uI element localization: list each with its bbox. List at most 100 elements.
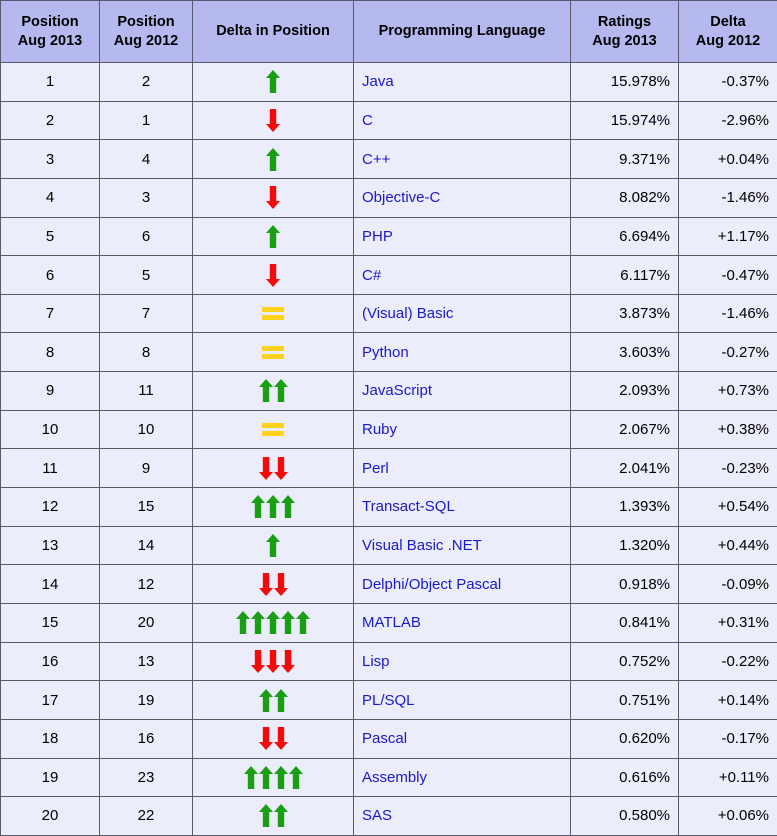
- arrow-up-icon: [281, 611, 295, 634]
- language-link[interactable]: Assembly: [362, 769, 427, 786]
- table-row: 1314Visual Basic .NET1.320%+0.44%: [1, 526, 777, 565]
- language-link[interactable]: Lisp: [362, 653, 390, 670]
- delta-indicator-up: [201, 140, 345, 178]
- table-row: 21C15.974%-2.96%: [1, 101, 777, 140]
- arrow-up-icon: [251, 495, 265, 518]
- cell-delta-in-position: [193, 565, 354, 604]
- cell-programming-language: Transact-SQL: [354, 488, 571, 527]
- delta-indicator-equal: [201, 295, 345, 333]
- cell-position-2012: 14: [100, 526, 193, 565]
- language-link[interactable]: Delphi/Object Pascal: [362, 576, 501, 593]
- arrow-down-icon: [259, 573, 273, 596]
- cell-delta-2012: -2.96%: [679, 101, 777, 140]
- cell-programming-language: Python: [354, 333, 571, 372]
- language-link[interactable]: Objective-C: [362, 189, 440, 206]
- cell-delta-in-position: [193, 488, 354, 527]
- cell-rating-2013: 0.752%: [571, 642, 679, 681]
- header-line-2: Aug 2013: [575, 32, 674, 51]
- cell-position-2013: 12: [1, 488, 100, 527]
- column-header-delta-in-position: Delta in Position: [193, 1, 354, 63]
- header-line-1: Programming Language: [358, 22, 566, 41]
- cell-position-2012: 10: [100, 410, 193, 449]
- cell-programming-language: Lisp: [354, 642, 571, 681]
- language-link[interactable]: Ruby: [362, 421, 397, 438]
- arrow-up-icon: [251, 611, 265, 634]
- equals-icon: [262, 306, 284, 321]
- cell-programming-language: JavaScript: [354, 372, 571, 411]
- language-link[interactable]: C: [362, 112, 373, 129]
- language-link[interactable]: Python: [362, 344, 409, 361]
- header-line-1: Delta: [683, 13, 773, 32]
- language-link[interactable]: (Visual) Basic: [362, 305, 453, 322]
- cell-delta-in-position: [193, 681, 354, 720]
- language-link[interactable]: C#: [362, 267, 381, 284]
- language-link[interactable]: C++: [362, 151, 390, 168]
- cell-position-2013: 5: [1, 217, 100, 256]
- arrow-up-icon: [236, 611, 250, 634]
- cell-programming-language: C: [354, 101, 571, 140]
- cell-position-2012: 13: [100, 642, 193, 681]
- equals-icon: [262, 422, 284, 437]
- cell-delta-in-position: [193, 719, 354, 758]
- arrow-up-icon: [244, 766, 258, 789]
- cell-programming-language: SAS: [354, 797, 571, 836]
- language-link[interactable]: PHP: [362, 228, 393, 245]
- cell-rating-2013: 0.580%: [571, 797, 679, 836]
- cell-delta-in-position: [193, 294, 354, 333]
- language-link[interactable]: Java: [362, 73, 394, 90]
- table-row: 1613Lisp0.752%-0.22%: [1, 642, 777, 681]
- cell-delta-2012: -0.17%: [679, 719, 777, 758]
- cell-programming-language: Objective-C: [354, 178, 571, 217]
- arrow-up-icon: [289, 766, 303, 789]
- cell-position-2013: 8: [1, 333, 100, 372]
- delta-indicator-down: [201, 256, 345, 294]
- table-row: 1719PL/SQL0.751%+0.14%: [1, 681, 777, 720]
- delta-indicator-up: [201, 372, 345, 410]
- delta-indicator-up: [201, 681, 345, 719]
- cell-position-2013: 14: [1, 565, 100, 604]
- arrow-up-icon: [274, 689, 288, 712]
- language-link[interactable]: JavaScript: [362, 382, 432, 399]
- cell-delta-2012: -0.23%: [679, 449, 777, 488]
- language-link[interactable]: Visual Basic .NET: [362, 537, 482, 554]
- cell-programming-language: C#: [354, 256, 571, 295]
- language-link[interactable]: Pascal: [362, 730, 407, 747]
- language-link[interactable]: Perl: [362, 460, 389, 477]
- column-header-programming-language: Programming Language: [354, 1, 571, 63]
- cell-position-2012: 22: [100, 797, 193, 836]
- cell-delta-2012: +0.11%: [679, 758, 777, 797]
- language-link[interactable]: MATLAB: [362, 614, 421, 631]
- arrow-up-icon: [259, 379, 273, 402]
- cell-position-2012: 5: [100, 256, 193, 295]
- cell-delta-in-position: [193, 101, 354, 140]
- delta-indicator-up: [201, 527, 345, 565]
- cell-delta-in-position: [193, 449, 354, 488]
- cell-delta-2012: -1.46%: [679, 178, 777, 217]
- column-header-delta-2012: Delta Aug 2012: [679, 1, 777, 63]
- delta-indicator-down: [201, 720, 345, 758]
- arrow-down-icon: [251, 650, 265, 673]
- cell-delta-2012: +0.38%: [679, 410, 777, 449]
- cell-delta-2012: +0.04%: [679, 140, 777, 179]
- cell-position-2013: 15: [1, 603, 100, 642]
- cell-programming-language: Perl: [354, 449, 571, 488]
- arrow-down-icon: [259, 457, 273, 480]
- cell-position-2013: 3: [1, 140, 100, 179]
- cell-position-2012: 1: [100, 101, 193, 140]
- cell-position-2012: 20: [100, 603, 193, 642]
- cell-rating-2013: 0.751%: [571, 681, 679, 720]
- cell-delta-2012: +0.73%: [679, 372, 777, 411]
- table-row: 43Objective-C8.082%-1.46%: [1, 178, 777, 217]
- cell-position-2012: 3: [100, 178, 193, 217]
- header-line-1: Position: [104, 13, 188, 32]
- delta-indicator-equal: [201, 411, 345, 449]
- language-link[interactable]: SAS: [362, 807, 392, 824]
- cell-position-2013: 2: [1, 101, 100, 140]
- table-row: 1923Assembly0.616%+0.11%: [1, 758, 777, 797]
- language-link[interactable]: Transact-SQL: [362, 498, 455, 515]
- header-line-1: Delta in Position: [197, 22, 349, 41]
- cell-delta-2012: +0.06%: [679, 797, 777, 836]
- arrow-up-icon: [296, 611, 310, 634]
- language-link[interactable]: PL/SQL: [362, 692, 415, 709]
- arrow-down-icon: [274, 457, 288, 480]
